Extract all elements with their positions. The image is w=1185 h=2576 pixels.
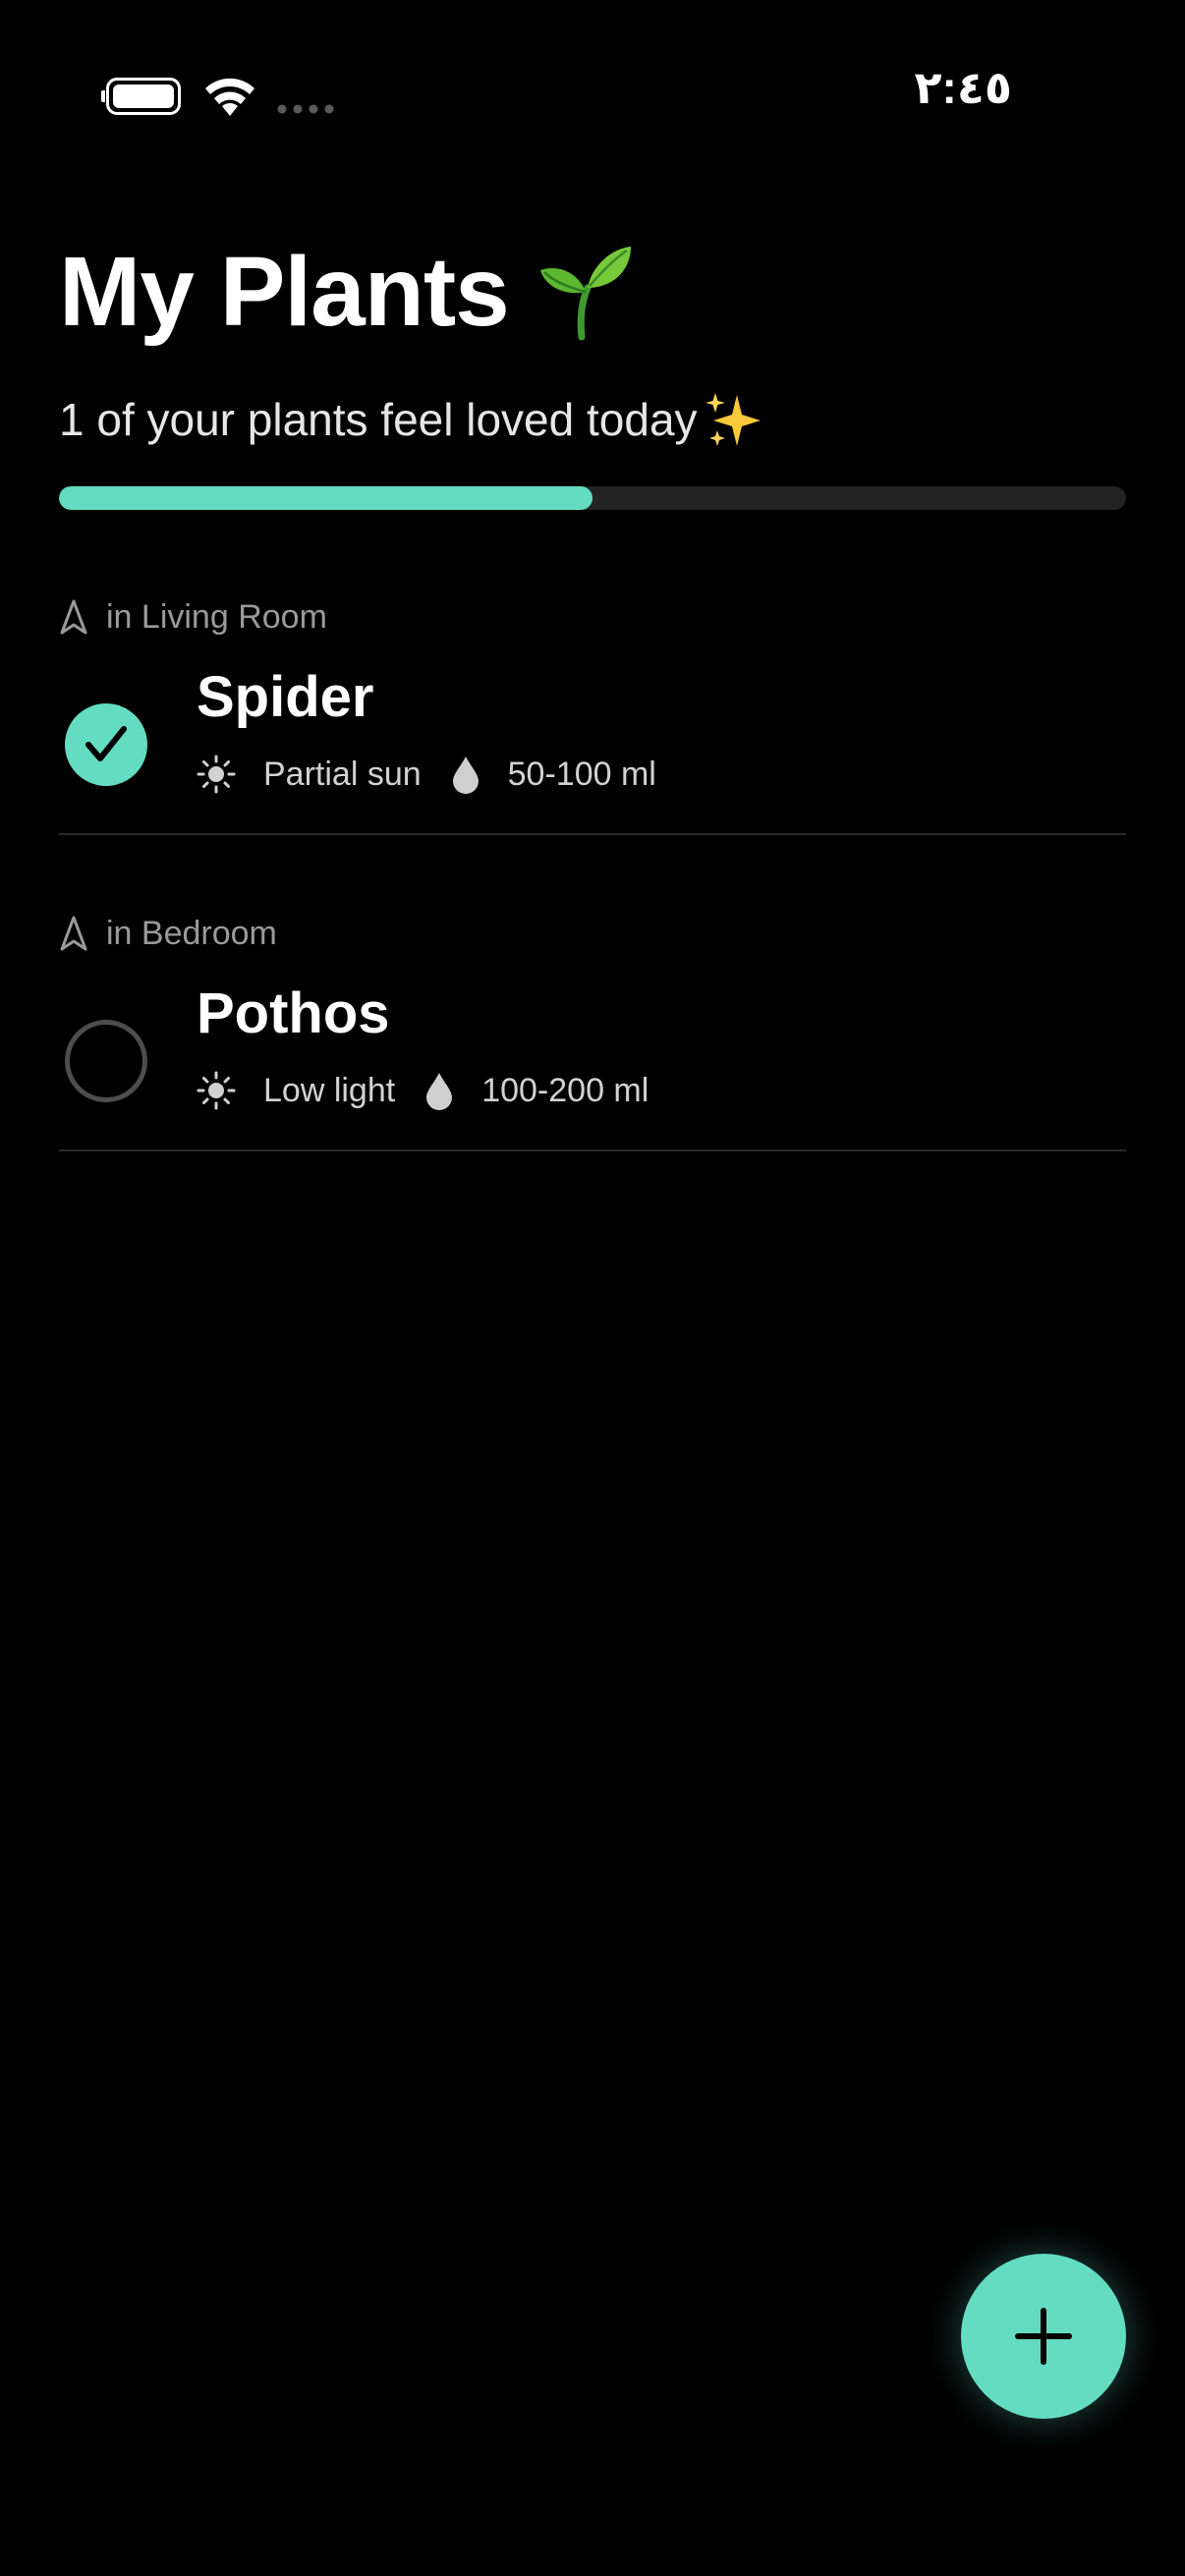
room-section-bedroom: in Bedroom Pothos Low light 100-200 ml xyxy=(59,904,1126,1151)
status-time: ٢:٤٥ xyxy=(914,62,1012,113)
wifi-icon xyxy=(205,78,254,116)
subtitle-row: 1 of your plants feel loved today xyxy=(59,389,764,450)
add-plant-button[interactable] xyxy=(961,2254,1126,2419)
location-arrow-icon xyxy=(60,599,87,635)
plant-name: Pothos xyxy=(197,981,390,1045)
water-amount: 100-200 ml xyxy=(481,1071,649,1109)
plant-checkbox[interactable] xyxy=(65,1020,147,1102)
water-amount: 50-100 ml xyxy=(507,755,656,793)
plant-name: Spider xyxy=(197,665,374,729)
divider xyxy=(59,1149,1126,1151)
page-title: My Plants xyxy=(59,236,510,347)
progress-fill xyxy=(59,486,592,510)
divider xyxy=(59,833,1126,835)
plant-item-pothos[interactable]: Pothos Low light 100-200 ml xyxy=(59,963,1126,1149)
room-header: in Bedroom xyxy=(59,904,1126,963)
room-label: in Living Room xyxy=(106,597,327,636)
location-arrow-icon xyxy=(60,916,87,951)
plant-care-info: Partial sun 50-100 ml xyxy=(197,755,656,794)
page-header: My Plants xyxy=(59,228,635,356)
light-requirement: Low light xyxy=(263,1071,396,1109)
plant-item-spider[interactable]: Spider Partial sun 50-100 ml xyxy=(59,646,1126,833)
light-requirement: Partial sun xyxy=(263,755,422,793)
plus-icon xyxy=(1015,2308,1072,2365)
battery-icon xyxy=(106,78,181,115)
plant-checkbox[interactable] xyxy=(65,703,147,786)
signal-icon xyxy=(277,104,334,114)
checkmark-icon xyxy=(85,726,127,761)
water-drop-icon xyxy=(452,756,479,794)
seedling-icon xyxy=(539,247,631,341)
sun-icon xyxy=(197,1071,236,1110)
progress-bar xyxy=(59,486,1126,510)
status-bar: ٢:٤٥ xyxy=(0,0,1185,187)
sun-icon xyxy=(197,755,236,794)
battery-cap xyxy=(101,90,105,102)
sparkles-icon xyxy=(705,393,761,446)
water-drop-icon xyxy=(426,1073,453,1110)
room-header: in Living Room xyxy=(59,588,1126,646)
room-section-living-room: in Living Room Spider Partial sun 50-100… xyxy=(59,588,1126,835)
subtitle: 1 of your plants feel loved today xyxy=(59,394,698,445)
plant-care-info: Low light 100-200 ml xyxy=(197,1071,649,1110)
room-label: in Bedroom xyxy=(106,914,277,952)
